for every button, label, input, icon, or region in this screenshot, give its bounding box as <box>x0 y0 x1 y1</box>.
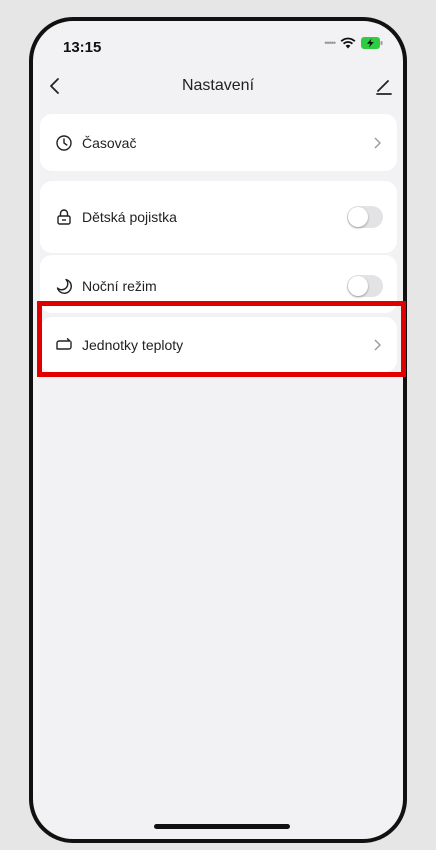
child-lock-toggle[interactable] <box>347 206 383 228</box>
settings-label-timer: Časovač <box>82 135 137 151</box>
settings-row-night-mode[interactable]: Noční režim <box>40 274 397 298</box>
settings-row-child-lock[interactable]: Dětská pojistka <box>40 205 397 229</box>
chevron-right-icon <box>374 137 381 149</box>
settings-card-child-lock: Dětská pojistka <box>40 181 397 253</box>
settings-row-timer[interactable]: Časovač <box>40 131 397 155</box>
home-indicator <box>154 824 290 829</box>
chevron-right-icon <box>374 339 381 351</box>
nav-bar: Nastavení <box>33 73 403 103</box>
phone-frame: 13:15 ••••• Nastavení Časovač Dětská poj… <box>29 17 407 843</box>
toggle-knob <box>348 207 368 227</box>
night-mode-toggle[interactable] <box>347 275 383 297</box>
signal-dots-icon: ••••• <box>324 38 336 48</box>
settings-label-night-mode: Noční režim <box>82 278 157 294</box>
moon-icon <box>56 278 72 294</box>
edit-pencil-icon[interactable] <box>373 75 395 97</box>
lock-icon <box>57 209 71 225</box>
battery-charging-icon <box>361 37 383 49</box>
settings-label-child-lock: Dětská pojistka <box>82 209 177 225</box>
status-icons: ••••• <box>324 37 383 49</box>
status-bar: 13:15 ••••• <box>33 21 403 65</box>
settings-row-temperature-units[interactable]: Jednotky teploty <box>40 333 397 357</box>
settings-label-temperature-units: Jednotky teploty <box>82 337 184 353</box>
clock-icon <box>56 135 72 151</box>
toggle-knob <box>348 276 368 296</box>
swap-icon <box>56 338 72 350</box>
wifi-icon <box>340 37 356 49</box>
settings-card-temperature-units: Jednotky teploty <box>40 317 397 372</box>
page-title: Nastavení <box>181 77 255 94</box>
status-time: 13:15 <box>63 39 102 56</box>
settings-card-timer: Časovač <box>40 114 397 171</box>
settings-card-night-mode: Noční režim <box>40 255 397 313</box>
